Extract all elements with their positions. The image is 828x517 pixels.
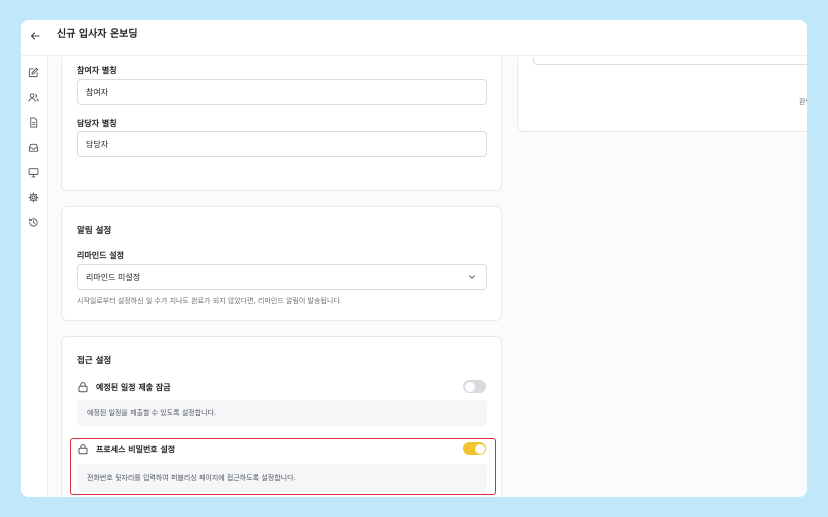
right-panel-text: 환인 — [799, 98, 807, 106]
schedule-lock-toggle[interactable] — [463, 380, 486, 393]
inbox-icon — [28, 143, 39, 152]
history-icon — [29, 218, 38, 227]
sidebar-item-inbox[interactable] — [27, 141, 40, 154]
sidebar-item-edit[interactable] — [27, 66, 40, 79]
highlight-box — [70, 438, 496, 495]
edit-icon — [28, 67, 39, 78]
arrow-left-icon — [30, 32, 40, 40]
document-icon — [30, 117, 38, 128]
toggle-knob — [464, 381, 475, 392]
notification-settings-card: 알림 설정 리마인드 설정 리마인드 미설정 시작일로부터 설정하신 일 수가 … — [61, 206, 502, 321]
manager-alias-input[interactable]: 담당자 — [77, 131, 487, 157]
participant-alias-input[interactable]: 참여자 — [77, 79, 487, 105]
reminder-select-value: 리마인드 미설정 — [86, 272, 141, 282]
sidebar-item-monitor[interactable] — [27, 166, 40, 179]
right-panel-card: 환인 — [517, 57, 807, 132]
reminder-select[interactable]: 리마인드 미설정 — [77, 264, 487, 290]
participants-card: 참여자 별칭 참여자 담당자 별칭 담당자 — [61, 57, 502, 191]
app-window: 신규 입사자 온보딩 참여자 별칭 참여자 담당자 별칭 담당자 알림 설정 리… — [21, 20, 807, 497]
back-button[interactable] — [27, 28, 43, 44]
sidebar-item-users[interactable] — [27, 91, 40, 104]
right-panel-input[interactable] — [533, 57, 807, 65]
users-icon — [28, 93, 39, 102]
chevron-down-icon — [469, 275, 475, 279]
page-title: 신규 입사자 온보딩 — [57, 29, 138, 40]
schedule-lock-description: 예정된 일정을 제출할 수 있도록 설정합니다. — [77, 400, 487, 426]
top-bar: 신규 입사자 온보딩 — [21, 20, 807, 56]
manager-alias-label: 담당자 별칭 — [77, 119, 117, 128]
access-settings-card: 접근 설정 예정된 일정 제출 잠금 예정된 일정을 제출할 수 있도록 설정합… — [61, 336, 502, 497]
notification-settings-title: 알림 설정 — [77, 226, 112, 236]
participant-alias-label: 참여자 별칭 — [77, 66, 117, 75]
sidebar-item-history[interactable] — [27, 216, 40, 229]
reminder-help-text: 시작일로부터 설정하신 일 수가 지나도 완료가 되지 않았다면, 리마인드 알… — [77, 297, 342, 305]
reminder-label: 리마인드 설정 — [77, 251, 124, 260]
access-settings-title: 접근 설정 — [77, 356, 112, 366]
schedule-lock-title: 예정된 일정 제출 잠금 — [96, 383, 171, 392]
lock-icon — [78, 382, 88, 393]
gear-icon — [28, 192, 39, 203]
sidebar-item-settings[interactable] — [27, 191, 40, 204]
monitor-icon — [28, 168, 39, 178]
main-content: 참여자 별칭 참여자 담당자 별칭 담당자 알림 설정 리마인드 설정 리마인드… — [49, 57, 807, 497]
sidebar — [21, 56, 48, 497]
sidebar-item-document[interactable] — [27, 116, 40, 129]
